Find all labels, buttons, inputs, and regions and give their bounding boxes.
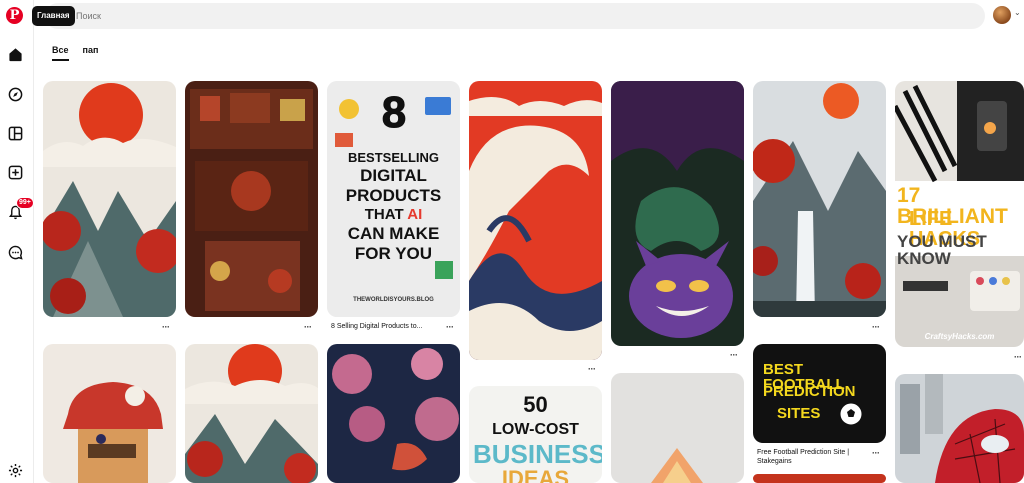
pin-footer-url: THEWORLDISYOURS.BLOG <box>353 297 434 303</box>
pin-partial[interactable] <box>753 474 886 483</box>
pin-headline-accent: AI <box>407 206 423 223</box>
home-icon <box>8 47 22 61</box>
home-tooltip: Главная <box>32 6 75 26</box>
pin-koi-flowers[interactable] <box>327 344 460 483</box>
pin-headline: DIGITAL <box>360 166 427 185</box>
pin-great-wave[interactable] <box>469 81 602 360</box>
tab-papa[interactable]: пап <box>83 45 99 61</box>
pin-headline: LOW-COST <box>492 421 579 438</box>
pin-image <box>469 81 602 360</box>
boards-icon <box>8 126 22 140</box>
create-button[interactable] <box>3 160 27 184</box>
pin-title[interactable]: Free Football Prediction Site | Stakegai… <box>757 448 877 466</box>
pin-image <box>753 81 886 317</box>
messages-button[interactable] <box>3 240 27 264</box>
pin-cluttered-room[interactable] <box>185 81 318 317</box>
pin-football-sites[interactable]: BEST FOOTBALL PREDICTION SITES <box>753 344 886 443</box>
pin-more-icon[interactable]: ··· <box>730 350 738 360</box>
pin-image <box>185 81 318 317</box>
pin-headline-number: 8 <box>381 88 407 137</box>
pin-image <box>611 373 744 483</box>
football-icon <box>839 402 863 426</box>
pin-headline: FOR YOU <box>354 244 433 263</box>
pin-more-icon[interactable]: ··· <box>588 364 596 374</box>
search-input[interactable] <box>76 11 956 21</box>
pin-sun-mountains-2[interactable] <box>185 344 318 483</box>
pin-more-icon[interactable]: ··· <box>1014 352 1022 362</box>
tab-all[interactable]: Все <box>52 45 69 61</box>
pin-image <box>611 81 744 346</box>
explore-button[interactable] <box>3 82 27 106</box>
pin-headline: PREDICTION <box>763 383 856 400</box>
pin-waterfall-mountains[interactable] <box>753 81 886 317</box>
pin-more-icon[interactable]: ··· <box>304 322 312 332</box>
pin-voxel-mario[interactable] <box>43 344 176 483</box>
pin-more-icon[interactable]: ··· <box>446 322 454 332</box>
avatar[interactable] <box>993 6 1011 24</box>
pin-headline: 50 <box>523 392 548 417</box>
chat-icon <box>8 245 23 260</box>
pin-headline: THAT AI <box>331 207 456 222</box>
gear-icon <box>8 463 22 477</box>
pin-business-ideas[interactable]: 50 LOW-COST BUSINESS IDEAS <box>469 386 602 483</box>
pin-title[interactable]: 8 Selling Digital Products to... <box>331 322 441 331</box>
pin-headline: PRODUCTS <box>345 186 442 205</box>
pin-sun-mountains[interactable] <box>43 81 176 317</box>
notifications-badge: 99+ <box>16 197 34 209</box>
pin-fire-mountain[interactable] <box>611 373 744 483</box>
home-button[interactable] <box>3 42 27 66</box>
pin-more-icon[interactable]: ··· <box>872 322 880 332</box>
plus-icon <box>8 165 22 179</box>
pin-headline: CAN MAKE <box>347 224 440 243</box>
pin-image <box>43 344 176 483</box>
sidebar: P 99+ <box>0 0 34 483</box>
pin-headline: BUSINESS <box>473 439 602 469</box>
pin-headline: YOU MUST KNOW <box>897 232 987 268</box>
pin-headline: BESTSELLING <box>347 150 439 165</box>
pin-gengar[interactable] <box>611 81 744 346</box>
pin-life-hacks[interactable]: 17 BRILLIANT LIFE HACKS YOU MUST KNOW Cr… <box>895 81 1024 347</box>
pin-more-icon[interactable]: ··· <box>162 322 170 332</box>
pinterest-logo[interactable]: P <box>6 7 23 24</box>
pin-more-icon[interactable]: ··· <box>872 448 880 458</box>
pin-image <box>327 344 460 483</box>
notifications-button[interactable]: 99+ <box>3 197 34 224</box>
pin-image <box>185 344 318 483</box>
pin-image <box>43 81 176 317</box>
pin-spiderman[interactable] <box>895 374 1024 483</box>
pin-headline-part: THAT <box>364 206 408 223</box>
pin-headline: SITES <box>777 405 821 422</box>
boards-button[interactable] <box>3 121 27 145</box>
pin-headline: IDEAS <box>501 466 570 483</box>
chevron-down-icon[interactable]: ⌄ <box>1014 8 1021 17</box>
compass-icon <box>8 87 22 101</box>
search-bar[interactable] <box>45 3 985 29</box>
pin-digital-products[interactable]: 8 BESTSELLING DIGITAL PRODUCTS THAT AI C… <box>327 81 460 317</box>
pin-watermark: CraftsyHacks.com <box>924 332 995 341</box>
board-tabs: Все пап <box>52 45 98 61</box>
pin-image <box>895 374 1024 483</box>
settings-button[interactable] <box>3 458 27 482</box>
